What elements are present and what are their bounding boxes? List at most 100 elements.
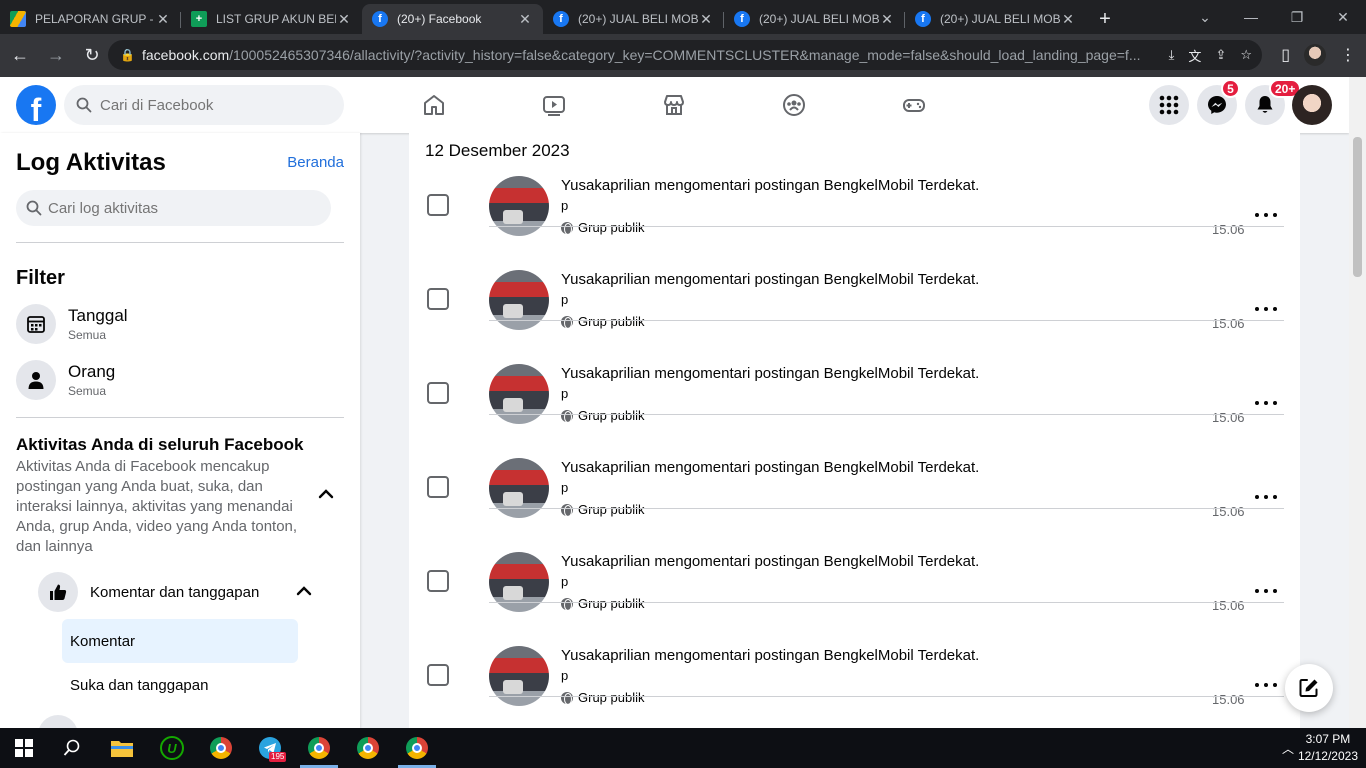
activity-row[interactable]: Yusakaprilian mengomentari postingan Ben… (409, 227, 1300, 331)
facebook-header: f 5 20+ (0, 77, 1349, 133)
nav-groups[interactable] (738, 77, 850, 133)
target-name[interactable]: BengkelMobil Terdekat (824, 459, 975, 476)
more-options-icon[interactable] (1255, 205, 1277, 225)
bookmark-star-icon[interactable]: ☆ (1240, 47, 1252, 63)
more-options-icon[interactable] (1255, 299, 1277, 319)
search-icon[interactable] (58, 734, 86, 762)
nav-marketplace[interactable] (618, 77, 730, 133)
new-tab-button[interactable]: + (1090, 4, 1120, 34)
browser-tab[interactable]: f (20+) JUAL BELI MOB ✕ (543, 4, 724, 34)
row-checkbox[interactable] (427, 664, 449, 686)
profile-avatar[interactable] (1292, 85, 1332, 125)
row-checkbox[interactable] (427, 476, 449, 498)
close-icon[interactable]: ✕ (698, 11, 714, 28)
browser-tab[interactable]: PELAPORAN GRUP - G ✕ (0, 4, 181, 34)
back-button[interactable]: ← (4, 40, 36, 72)
subitem-likes-reactions[interactable]: Suka dan tanggapan (62, 663, 298, 707)
actor-name[interactable]: Yusakaprilian (561, 365, 650, 382)
tray-chevron-icon[interactable]: ︿ (1282, 740, 1294, 757)
actor-name[interactable]: Yusakaprilian (561, 459, 650, 476)
target-name[interactable]: BengkelMobil Terdekat (824, 271, 975, 288)
more-options-icon[interactable] (1255, 675, 1277, 695)
chrome-icon[interactable] (207, 734, 235, 762)
menu-kebab-icon[interactable]: ⋮ (1340, 45, 1356, 65)
nav-gaming[interactable] (858, 77, 970, 133)
install-icon[interactable]: ⤓ (1169, 47, 1175, 63)
more-options-icon[interactable] (1255, 581, 1277, 601)
row-checkbox[interactable] (427, 194, 449, 216)
actor-name[interactable]: Yusakaprilian (561, 177, 650, 194)
activity-search-box[interactable] (16, 190, 331, 226)
nav-watch[interactable] (498, 77, 610, 133)
more-options-icon[interactable] (1255, 487, 1277, 507)
close-icon[interactable]: ✕ (879, 11, 895, 28)
share-icon[interactable]: ⇪ (1215, 47, 1226, 63)
activity-row[interactable]: Yusakaprilian mengomentari postingan Ben… (409, 133, 1300, 237)
telegram-icon[interactable]: 195 (256, 734, 287, 762)
activity-row[interactable]: Yusakaprilian mengomentari postingan Ben… (409, 415, 1300, 519)
activity-search-input[interactable] (48, 199, 308, 217)
minimize-button[interactable]: — (1228, 0, 1274, 34)
close-icon[interactable]: ✕ (1060, 11, 1076, 28)
chrome-profile-icon[interactable] (305, 734, 333, 762)
home-link[interactable]: Beranda (287, 154, 344, 171)
browser-profile-avatar[interactable] (1304, 44, 1326, 66)
row-checkbox[interactable] (427, 382, 449, 404)
facebook-logo-icon[interactable]: f (16, 85, 56, 125)
target-name[interactable]: BengkelMobil Terdekat (824, 553, 975, 570)
taskbar-clock[interactable]: 3:07 PM 12/12/2023 (1298, 731, 1358, 765)
target-name[interactable]: BengkelMobil Terdekat (824, 365, 975, 382)
nav-home[interactable] (378, 77, 490, 133)
translate-icon[interactable]: 文 (1188, 46, 1201, 65)
close-icon[interactable]: ✕ (336, 11, 352, 28)
new-message-button[interactable] (1285, 664, 1333, 712)
actor-name[interactable]: Yusakaprilian (561, 271, 650, 288)
notifications-button[interactable]: 20+ (1245, 79, 1302, 125)
window-close-button[interactable]: ✕ (1320, 0, 1366, 34)
browser-toolbar: ← → ↻ 🔒 facebook.com /100052465307346/al… (0, 34, 1366, 77)
close-icon[interactable]: ✕ (517, 11, 533, 28)
chevron-up-icon[interactable] (316, 484, 336, 504)
upwork-icon[interactable]: U (158, 734, 186, 762)
filter-date[interactable]: Tanggal Semua (16, 299, 344, 349)
address-bar[interactable]: 🔒 facebook.com /100052465307346/allactiv… (108, 40, 1262, 70)
activity-row[interactable]: Yusakaprilian mengomentari postingan Ben… (409, 321, 1300, 425)
restore-button[interactable]: ❐ (1274, 0, 1320, 34)
page-scrollbar[interactable] (1349, 77, 1366, 728)
tab-title: PELAPORAN GRUP - G (35, 12, 155, 26)
post-thumbnail[interactable] (489, 646, 549, 706)
menu-button[interactable] (1149, 85, 1189, 125)
windows-start-icon[interactable] (10, 734, 38, 762)
chrome-profile-icon[interactable] (354, 734, 382, 762)
browser-tab[interactable]: f (20+) JUAL BELI MOB ✕ (905, 4, 1086, 34)
more-options-icon[interactable] (1255, 393, 1277, 413)
reload-button[interactable]: ↻ (76, 40, 108, 72)
side-panel-icon[interactable]: ▯ (1281, 45, 1290, 65)
scrollbar-thumb[interactable] (1353, 137, 1362, 277)
activity-end: . (975, 459, 980, 476)
activity-row[interactable]: Yusakaprilian mengomentari postingan Ben… (409, 603, 1300, 707)
category-comments-reactions[interactable]: Komentar dan tanggapan (38, 570, 328, 614)
subitem-comments[interactable]: Komentar (62, 619, 298, 663)
browser-tab-active[interactable]: f (20+) Facebook ✕ (362, 4, 543, 34)
tab-search-icon[interactable]: ⌄ (1182, 0, 1228, 34)
target-name[interactable]: BengkelMobil Terdekat (824, 647, 975, 664)
browser-tab[interactable]: + LIST GRUP AKUN BEN ✕ (181, 4, 362, 34)
forward-button[interactable]: → (40, 40, 72, 72)
filter-people[interactable]: Orang Semua (16, 355, 344, 405)
chevron-up-icon[interactable] (294, 581, 314, 601)
browser-tab[interactable]: f (20+) JUAL BELI MOB ✕ (724, 4, 905, 34)
actor-name[interactable]: Yusakaprilian (561, 553, 650, 570)
actor-name[interactable]: Yusakaprilian (561, 647, 650, 664)
chrome-profile-icon[interactable] (403, 734, 431, 762)
row-checkbox[interactable] (427, 288, 449, 310)
facebook-search-input[interactable] (100, 96, 320, 114)
messenger-button[interactable]: 5 (1197, 79, 1240, 125)
row-checkbox[interactable] (427, 570, 449, 592)
facebook-search-box[interactable] (64, 85, 344, 125)
file-explorer-icon[interactable] (108, 734, 136, 762)
activity-row[interactable]: Yusakaprilian mengomentari postingan Ben… (409, 509, 1300, 613)
close-icon[interactable]: ✕ (155, 11, 171, 28)
target-name[interactable]: BengkelMobil Terdekat (824, 177, 975, 194)
lock-icon: 🔒 (120, 48, 135, 62)
